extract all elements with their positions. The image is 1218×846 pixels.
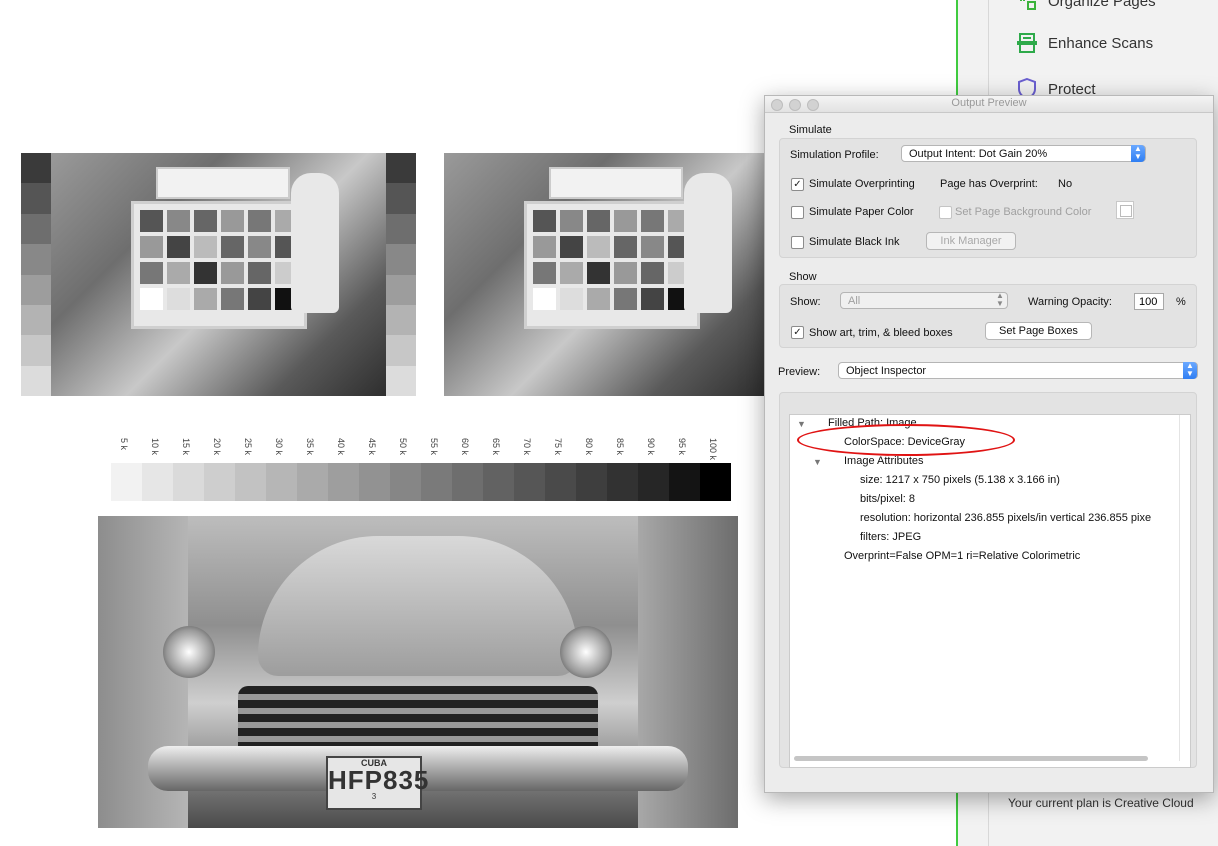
- simulate-paper-color-label: Simulate Paper Color: [809, 206, 914, 218]
- horizontal-scrollbar[interactable]: [794, 756, 1148, 761]
- background-color-swatch[interactable]: [1116, 201, 1134, 219]
- page-has-overprint-label: Page has Overprint:: [940, 178, 1038, 190]
- organize-pages-icon: [1016, 0, 1038, 12]
- plate-number: HFP835: [328, 765, 430, 795]
- set-page-background-label: Set Page Background Color: [955, 206, 1092, 218]
- warning-opacity-label: Warning Opacity:: [1028, 296, 1112, 308]
- show-boxes-label: Show art, trim, & bleed boxes: [809, 327, 953, 339]
- scale-label: 25 k: [243, 438, 253, 456]
- set-page-boxes-button[interactable]: Set Page Boxes: [985, 322, 1092, 340]
- scale-label: 45 k: [367, 438, 377, 456]
- tool-label: Enhance Scans: [1048, 34, 1154, 52]
- simulate-black-ink-checkbox[interactable]: [791, 236, 804, 249]
- disclosure-triangle-icon[interactable]: ▼: [813, 457, 822, 467]
- tree-row[interactable]: bits/pixel: 8: [860, 493, 915, 505]
- highlight-ellipse: [797, 424, 1015, 456]
- tool-label: Organize Pages: [1048, 0, 1156, 10]
- plan-text: Your current plan is Creative Cloud: [1008, 796, 1194, 810]
- percent-label: %: [1176, 296, 1186, 308]
- scale-label: 50 k: [398, 438, 408, 456]
- test-image-right: [386, 153, 764, 396]
- scale-label: 10 k: [150, 438, 160, 456]
- scale-label: 90 k: [646, 438, 656, 456]
- warning-opacity-input[interactable]: 100: [1134, 293, 1164, 310]
- tree-row[interactable]: Overprint=False OPM=1 ri=Relative Colori…: [844, 550, 1080, 562]
- tree-row[interactable]: filters: JPEG: [860, 531, 921, 543]
- simulation-profile-value: Output Intent: Dot Gain 20%: [909, 148, 1048, 160]
- scale-label: 60 k: [460, 438, 470, 456]
- tree-row[interactable]: Image Attributes: [844, 455, 924, 467]
- car-photo: CUBA HFP835 3: [98, 516, 738, 828]
- simulate-overprinting-label: Simulate Overprinting: [809, 178, 915, 190]
- simulation-profile-label: Simulation Profile:: [790, 149, 879, 161]
- ink-manager-button[interactable]: Ink Manager: [926, 232, 1016, 250]
- disclosure-triangle-icon[interactable]: ▼: [797, 419, 806, 429]
- tree-row[interactable]: resolution: horizontal 236.855 pixels/in…: [860, 512, 1151, 524]
- scale-label: 55 k: [429, 438, 439, 456]
- test-image-left: [21, 153, 386, 396]
- scale-label: 40 k: [336, 438, 346, 456]
- tree-row[interactable]: size: 1217 x 750 pixels (5.138 x 3.166 i…: [860, 474, 1060, 486]
- simulate-black-ink-label: Simulate Black Ink: [809, 236, 900, 248]
- scale-label: 75 k: [553, 438, 563, 456]
- scale-label: 35 k: [305, 438, 315, 456]
- show-label: Show:: [790, 296, 821, 308]
- scale-label: 30 k: [274, 438, 284, 456]
- show-section-label: Show: [789, 271, 817, 283]
- select-arrows-icon: ▲ ▼: [1131, 145, 1145, 162]
- tool-organize-pages[interactable]: Organize Pages: [1016, 0, 1156, 12]
- vertical-scrollbar[interactable]: [1179, 415, 1190, 761]
- scale-label: 80 k: [584, 438, 594, 456]
- object-inspector-tree[interactable]: ▼ Filled Path: Image ColorSpace: DeviceG…: [789, 414, 1191, 768]
- scale-label: 20 k: [212, 438, 222, 456]
- simulate-section-label: Simulate: [789, 124, 832, 136]
- preview-value: Object Inspector: [846, 365, 927, 377]
- scale-label: 70 k: [522, 438, 532, 456]
- window-title: Output Preview: [951, 97, 1027, 109]
- gray-scale-strip: [111, 463, 731, 501]
- scale-label: 95 k: [677, 438, 687, 456]
- show-boxes-checkbox[interactable]: ✓: [791, 326, 804, 339]
- set-page-background-checkbox: [939, 206, 952, 219]
- page-has-overprint-value: No: [1058, 178, 1073, 190]
- title-bar[interactable]: Output Preview: [765, 96, 1213, 113]
- preview-label: Preview:: [778, 366, 821, 378]
- scale-label: 100 k: [708, 438, 718, 461]
- simulate-paper-color-checkbox[interactable]: [791, 206, 804, 219]
- scale-label: 85 k: [615, 438, 625, 456]
- preview-select[interactable]: Object Inspector ▲ ▼: [838, 362, 1198, 379]
- select-arrows-icon: ▲ ▼: [996, 291, 1004, 308]
- scale-label: 65 k: [491, 438, 501, 456]
- simulate-overprinting-checkbox[interactable]: ✓: [791, 178, 804, 191]
- select-arrows-icon: ▲ ▼: [1183, 362, 1197, 379]
- show-value: All: [848, 295, 861, 307]
- scale-label: 15 k: [181, 438, 191, 456]
- gray-scale-labels: 5 k 10 k 15 k 20 k 25 k 30 k 35 k 40 k 4…: [111, 438, 731, 462]
- enhance-scans-icon: [1016, 32, 1038, 54]
- scale-label: 5 k: [119, 438, 129, 451]
- simulation-profile-select[interactable]: Output Intent: Dot Gain 20% ▲ ▼: [901, 145, 1146, 162]
- tool-enhance-scans[interactable]: Enhance Scans: [1016, 32, 1153, 54]
- show-select[interactable]: All ▲ ▼: [840, 292, 1008, 309]
- license-plate: CUBA HFP835 3: [326, 756, 430, 810]
